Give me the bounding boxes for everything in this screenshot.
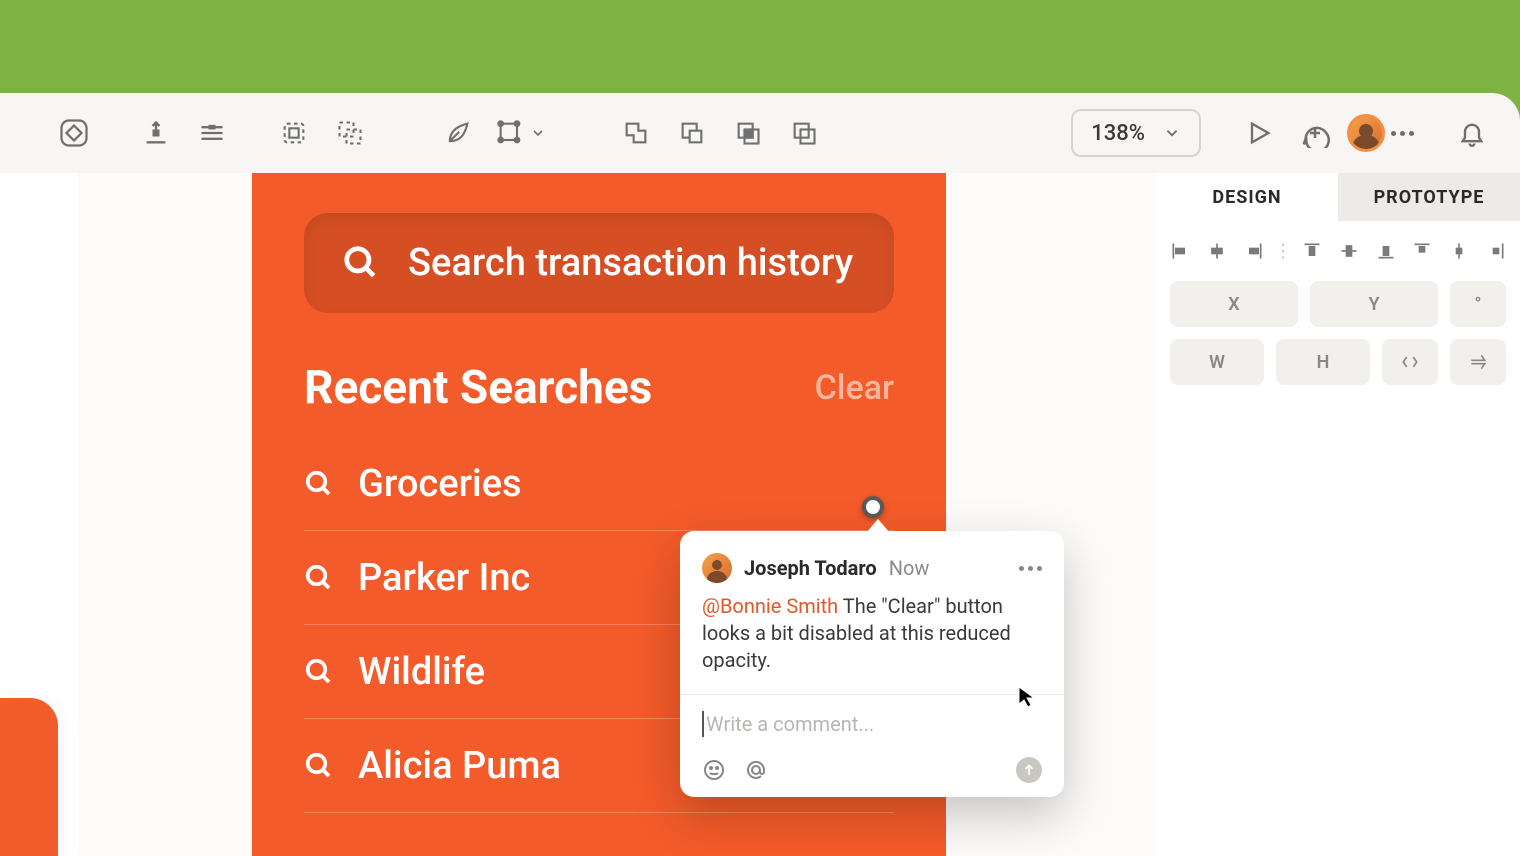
reply-input[interactable]: Write a comment...	[702, 711, 1042, 737]
search-icon	[304, 469, 334, 499]
scale-dropdown-icon[interactable]	[490, 109, 552, 157]
comment-reply: Write a comment...	[680, 694, 1064, 797]
y-field[interactable]: Y	[1310, 281, 1438, 327]
artboard-preview[interactable]	[0, 698, 58, 856]
tab-design[interactable]: DESIGN	[1156, 173, 1338, 221]
clear-button[interactable]: Clear	[815, 368, 894, 408]
mention[interactable]: @Bonnie Smith	[702, 594, 838, 618]
recent-item[interactable]: Groceries	[304, 437, 894, 531]
reply-tools	[702, 757, 1042, 783]
recent-item-label: Alicia Puma	[358, 744, 561, 788]
align-bottom-icon[interactable]	[1369, 233, 1402, 269]
avatar	[1347, 114, 1385, 152]
distribute-horizontal-icon[interactable]	[188, 109, 236, 157]
intersect-icon[interactable]	[724, 109, 772, 157]
recent-item-label: Groceries	[358, 462, 522, 506]
comment-header: Joseph Todaro Now	[680, 531, 1064, 593]
inspector-tabs: DESIGN PROTOTYPE	[1156, 173, 1520, 221]
search-icon	[304, 657, 334, 687]
flip-v-icon[interactable]	[1450, 339, 1506, 385]
chevron-down-icon	[1163, 124, 1181, 142]
emoji-icon[interactable]	[702, 758, 726, 782]
more-icon	[1391, 131, 1414, 136]
recent-title: Recent Searches	[304, 361, 652, 415]
avatar	[702, 553, 732, 583]
zoom-select[interactable]: 138%	[1071, 109, 1201, 157]
distribute-h-icon[interactable]	[1406, 233, 1439, 269]
search-icon	[304, 563, 334, 593]
comment-author: Joseph Todaro	[744, 556, 877, 580]
search-icon	[342, 244, 380, 282]
difference-icon[interactable]	[780, 109, 828, 157]
comment-more-icon[interactable]	[1019, 566, 1042, 571]
distribute-vertical-icon[interactable]	[132, 109, 180, 157]
rotation-field[interactable]: °	[1450, 281, 1506, 327]
union-icon[interactable]	[612, 109, 660, 157]
recent-header: Recent Searches Clear	[304, 361, 894, 415]
comment-pin[interactable]	[862, 496, 884, 518]
search-bar[interactable]: Search transaction history	[304, 213, 894, 313]
subtract-icon[interactable]	[668, 109, 716, 157]
w-field[interactable]: W	[1170, 339, 1264, 385]
mention-icon[interactable]	[744, 758, 768, 782]
x-field[interactable]: X	[1170, 281, 1298, 327]
main-area: Search transaction history Recent Search…	[0, 173, 1520, 856]
align-right-icon[interactable]	[1237, 233, 1270, 269]
inspector-panel: DESIGN PROTOTYPE ⋮ X Y ° W	[1156, 173, 1520, 856]
tab-prototype[interactable]: PROTOTYPE	[1338, 173, 1520, 221]
leaf-icon[interactable]	[434, 109, 482, 157]
app-window: 138% Search transaction history	[0, 93, 1520, 856]
align-row: ⋮	[1156, 221, 1520, 281]
comment-popover: Joseph Todaro Now @Bonnie Smith The "Cle…	[680, 531, 1064, 797]
distribute-last-icon[interactable]	[1479, 233, 1512, 269]
search-icon	[304, 751, 334, 781]
play-icon[interactable]	[1235, 109, 1283, 157]
recent-item-label: Wildlife	[358, 650, 485, 694]
align-top-icon[interactable]	[1296, 233, 1329, 269]
h-field[interactable]: H	[1276, 339, 1370, 385]
distribute-v-icon[interactable]	[1443, 233, 1476, 269]
ungroup-icon[interactable]	[326, 109, 374, 157]
bell-icon[interactable]	[1448, 109, 1496, 157]
comment-body: @Bonnie Smith The "Clear" button looks a…	[680, 593, 1064, 694]
align-hcenter-icon[interactable]	[1201, 233, 1234, 269]
sketch-diamond-icon[interactable]	[50, 109, 98, 157]
send-button[interactable]	[1016, 757, 1042, 783]
search-placeholder: Search transaction history	[408, 241, 853, 285]
toolbar: 138%	[0, 93, 1520, 173]
comment-time: Now	[889, 556, 930, 580]
group-icon[interactable]	[270, 109, 318, 157]
align-left-icon[interactable]	[1164, 233, 1197, 269]
zoom-value: 138%	[1091, 121, 1145, 146]
recent-item-label: Parker Inc	[358, 556, 530, 600]
add-comment-icon[interactable]	[1291, 109, 1339, 157]
align-vcenter-icon[interactable]	[1333, 233, 1366, 269]
flip-h-icon[interactable]	[1382, 339, 1438, 385]
user-menu[interactable]	[1347, 114, 1414, 152]
align-separator: ⋮	[1274, 241, 1292, 262]
